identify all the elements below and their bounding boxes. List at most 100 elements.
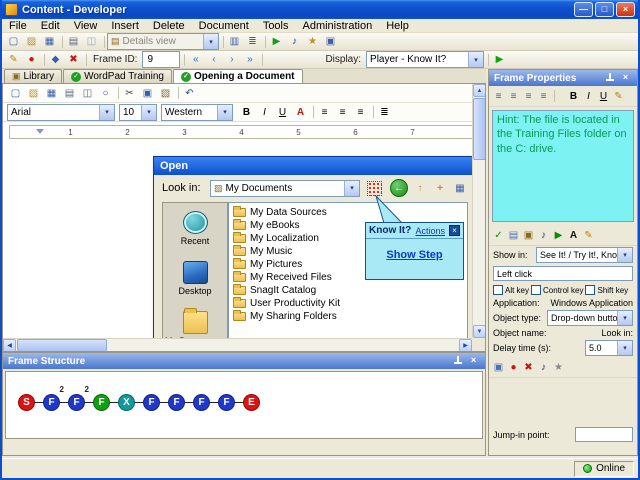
print-preview-icon[interactable]: ◫ <box>83 34 100 50</box>
italic-button[interactable]: I <box>581 88 596 104</box>
save-icon[interactable]: ▦ <box>43 85 60 101</box>
sound-icon[interactable]: ♪ <box>536 227 551 243</box>
paste-icon[interactable]: ▧ <box>157 85 174 101</box>
bubble-text-area[interactable]: Hint: The file is located in the Trainin… <box>492 110 634 222</box>
menu-insert[interactable]: Insert <box>104 19 146 33</box>
jump-in-input[interactable] <box>575 427 633 442</box>
open-icon[interactable]: ▨ <box>23 34 40 50</box>
scroll-up-icon[interactable]: ▲ <box>473 84 485 97</box>
pin-icon[interactable] <box>604 72 615 84</box>
file-item[interactable]: My Sharing Folders <box>233 310 463 323</box>
actions-link[interactable]: Actions <box>415 226 445 236</box>
view-icons-icon[interactable]: ▥ <box>226 34 243 50</box>
delay-time-combo[interactable]: 5.0 ▾ <box>585 340 633 356</box>
open-icon[interactable]: ▨ <box>25 85 42 101</box>
bullets-button[interactable]: ≣ <box>376 104 393 120</box>
scroll-right-icon[interactable]: ▶ <box>459 339 472 351</box>
save-icon[interactable]: ▦ <box>41 34 58 50</box>
align-left-button[interactable]: ≡ <box>316 104 333 120</box>
insert-frame-icon[interactable]: ◆ <box>47 52 64 68</box>
record-topic-icon[interactable]: ● <box>23 52 40 68</box>
maximize-button[interactable]: □ <box>595 2 614 17</box>
file-item[interactable]: User Productivity Kit <box>233 297 463 310</box>
horizontal-scroll-thumb[interactable] <box>17 339 107 351</box>
font-color-button[interactable]: ✎ <box>611 88 626 104</box>
sound-properties-icon[interactable]: ♪ <box>536 359 551 375</box>
glossary-icon[interactable]: ▣ <box>521 227 536 243</box>
print-icon[interactable]: ▤ <box>65 34 82 50</box>
frame-node[interactable]: F <box>193 394 210 411</box>
underline-button[interactable]: U <box>596 88 611 104</box>
frame-node[interactable]: F 2 <box>43 385 64 411</box>
first-frame-icon[interactable]: « <box>187 52 204 68</box>
settings-icon[interactable]: ★ <box>551 359 566 375</box>
cut-icon[interactable]: ✂ <box>121 85 138 101</box>
tab-library[interactable]: ▣ Library <box>4 69 63 83</box>
vertical-scroll-thumb[interactable] <box>473 98 485 160</box>
file-item[interactable]: SnagIt Catalog <box>233 284 463 297</box>
preview-mode-icon[interactable]: ▶ <box>491 52 508 68</box>
menu-help[interactable]: Help <box>379 19 416 33</box>
template-text-icon[interactable]: ▤ <box>506 227 521 243</box>
align-right-icon[interactable]: ≡ <box>521 88 536 104</box>
panel-close-icon[interactable]: × <box>619 72 632 84</box>
bold-button[interactable]: B <box>238 104 255 120</box>
up-one-level-icon[interactable]: ↑ <box>412 180 428 196</box>
menu-file[interactable]: File <box>2 19 34 33</box>
font-script-combo[interactable]: Western ▾ <box>161 103 233 121</box>
find-icon[interactable]: ○ <box>97 85 114 101</box>
object-type-combo[interactable]: Drop-down button ▾ <box>547 310 633 326</box>
new-icon[interactable]: ▢ <box>7 85 24 101</box>
frame-node[interactable]: F <box>168 394 185 411</box>
click-type-field[interactable]: Left click <box>493 266 633 281</box>
align-left-icon[interactable]: ≡ <box>491 88 506 104</box>
vertical-scrollbar[interactable]: ▲ ▼ <box>472 84 485 338</box>
tab-opening-a-document[interactable]: ✓ Opening a Document <box>172 69 303 83</box>
spellcheck-icon[interactable]: ✓ <box>491 227 506 243</box>
show-in-combo[interactable]: See It! / Try It!, Know It?, Do ▾ <box>536 247 633 263</box>
font-icon[interactable]: A <box>566 227 581 243</box>
show-step-link[interactable]: Show Step <box>386 249 442 261</box>
delete-sound-icon[interactable]: ✖ <box>521 359 536 375</box>
print-icon[interactable]: ▤ <box>61 85 78 101</box>
frame-node[interactable]: X <box>118 394 135 411</box>
italic-button[interactable]: I <box>256 104 273 120</box>
align-right-button[interactable]: ≡ <box>352 104 369 120</box>
font-color-button[interactable]: A <box>292 104 309 120</box>
views-icon[interactable]: ▦ <box>452 180 468 196</box>
target-highlight[interactable] <box>367 180 382 196</box>
horizontal-scrollbar[interactable]: ◀ ▶ <box>3 338 472 351</box>
edit-text-icon[interactable]: ✎ <box>581 227 596 243</box>
bold-button[interactable]: B <box>566 88 581 104</box>
undo-icon[interactable]: ↶ <box>181 85 198 101</box>
menu-administration[interactable]: Administration <box>296 19 380 33</box>
font-name-combo[interactable]: Arial ▾ <box>7 103 115 121</box>
menu-edit[interactable]: Edit <box>34 19 67 33</box>
play-sound-icon[interactable]: ▶ <box>551 227 566 243</box>
frame-node[interactable]: F <box>218 394 235 411</box>
pin-icon[interactable] <box>452 355 463 367</box>
frame-node[interactable]: F 2 <box>68 385 89 411</box>
frame-id-field[interactable]: 9 <box>142 51 181 68</box>
view-list-icon[interactable]: ≣ <box>244 34 261 50</box>
record-sound-icon[interactable]: ● <box>506 359 521 375</box>
scroll-down-icon[interactable]: ▼ <box>473 325 485 338</box>
frame-node[interactable]: F <box>93 394 110 411</box>
panel-close-icon[interactable]: × <box>467 355 480 367</box>
title-bar[interactable]: Content - Developer — □ × <box>2 0 638 19</box>
delete-frame-icon[interactable]: ✖ <box>65 52 82 68</box>
copy-icon[interactable]: ▣ <box>139 85 156 101</box>
align-justify-icon[interactable]: ≡ <box>536 88 551 104</box>
previous-frame-icon[interactable]: ‹ <box>205 52 222 68</box>
frame-node[interactable]: F <box>143 394 160 411</box>
underline-button[interactable]: U <box>274 104 291 120</box>
sound-icon[interactable]: ♪ <box>286 34 303 50</box>
screenshot-icon[interactable]: ▣ <box>322 34 339 50</box>
look-in-combo[interactable]: ▨ My Documents ▾ <box>210 179 360 197</box>
display-mode-combo[interactable]: Player - Know It? ▾ <box>366 51 485 68</box>
menu-view[interactable]: View <box>67 19 105 33</box>
place-recent[interactable]: Recent <box>181 211 209 246</box>
edit-frame-icon[interactable]: ✎ <box>5 52 22 68</box>
place-desktop[interactable]: Desktop <box>178 261 212 296</box>
minimize-button[interactable]: — <box>574 2 593 17</box>
